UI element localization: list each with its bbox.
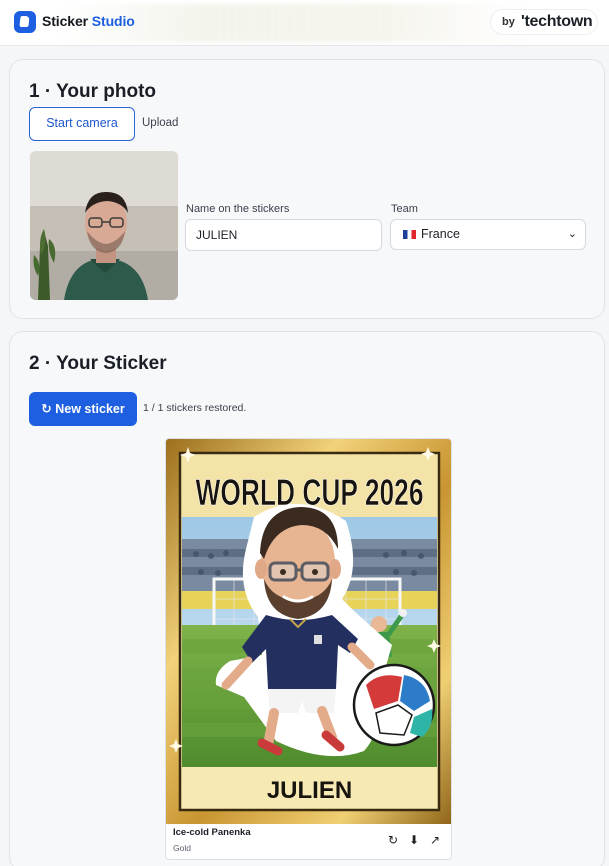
- team-select[interactable]: France ⌄: [390, 219, 586, 250]
- upload-link[interactable]: Upload: [142, 117, 178, 129]
- brand-part-2: Studio: [91, 13, 135, 29]
- regenerate-icon[interactable]: ↻: [388, 833, 398, 847]
- section-title-photo: 1 · Your photo: [29, 81, 157, 102]
- sticker-caption: Ice-cold Panenka: [173, 827, 251, 838]
- partner-badge[interactable]: by 'techtown: [490, 9, 598, 35]
- partner-logo-text: 'techtown: [521, 13, 593, 30]
- team-select-value: France: [421, 227, 460, 241]
- chevron-down-icon: ⌄: [567, 228, 577, 240]
- restore-status: 1 / 1 stickers restored.: [143, 402, 247, 414]
- top-bar: Sticker Studio by 'techtown: [0, 0, 609, 46]
- photo-image: [30, 151, 178, 300]
- start-camera-button[interactable]: Start camera: [29, 107, 135, 141]
- download-icon[interactable]: ⬇: [409, 833, 419, 847]
- by-label: by: [502, 16, 515, 28]
- sticker-card[interactable]: WORLD CUP 2026 JULIEN Ice-cold Panenka G…: [165, 438, 452, 860]
- team-field-label: Team: [391, 203, 418, 215]
- camera-preview-photo: [30, 151, 178, 300]
- sticker-studio-logo-icon[interactable]: [14, 11, 36, 33]
- name-input[interactable]: JULIEN: [185, 219, 382, 251]
- new-sticker-button[interactable]: ↻ New sticker: [29, 392, 137, 426]
- brand-part-1: Sticker: [42, 13, 88, 29]
- section-title-sticker: 2 · Your Sticker: [29, 353, 167, 374]
- refresh-icon: ↻: [41, 402, 52, 416]
- photo-section: 1 · Your photo Start camera Upload Name …: [9, 59, 605, 319]
- france-flag-icon: [403, 230, 416, 239]
- sticker-tier: Gold: [173, 843, 191, 853]
- brand-title[interactable]: Sticker Studio: [42, 13, 135, 29]
- open-external-icon[interactable]: ↗: [430, 833, 440, 847]
- sticker-section: 2 · Your Sticker ↻ New sticker 1 / 1 sti…: [9, 331, 605, 866]
- new-sticker-label: New sticker: [55, 402, 125, 416]
- name-field-label: Name on the stickers: [186, 203, 290, 215]
- sticker-artwork: WORLD CUP 2026 JULIEN: [166, 439, 451, 824]
- sticker-player-name: JULIEN: [267, 777, 352, 804]
